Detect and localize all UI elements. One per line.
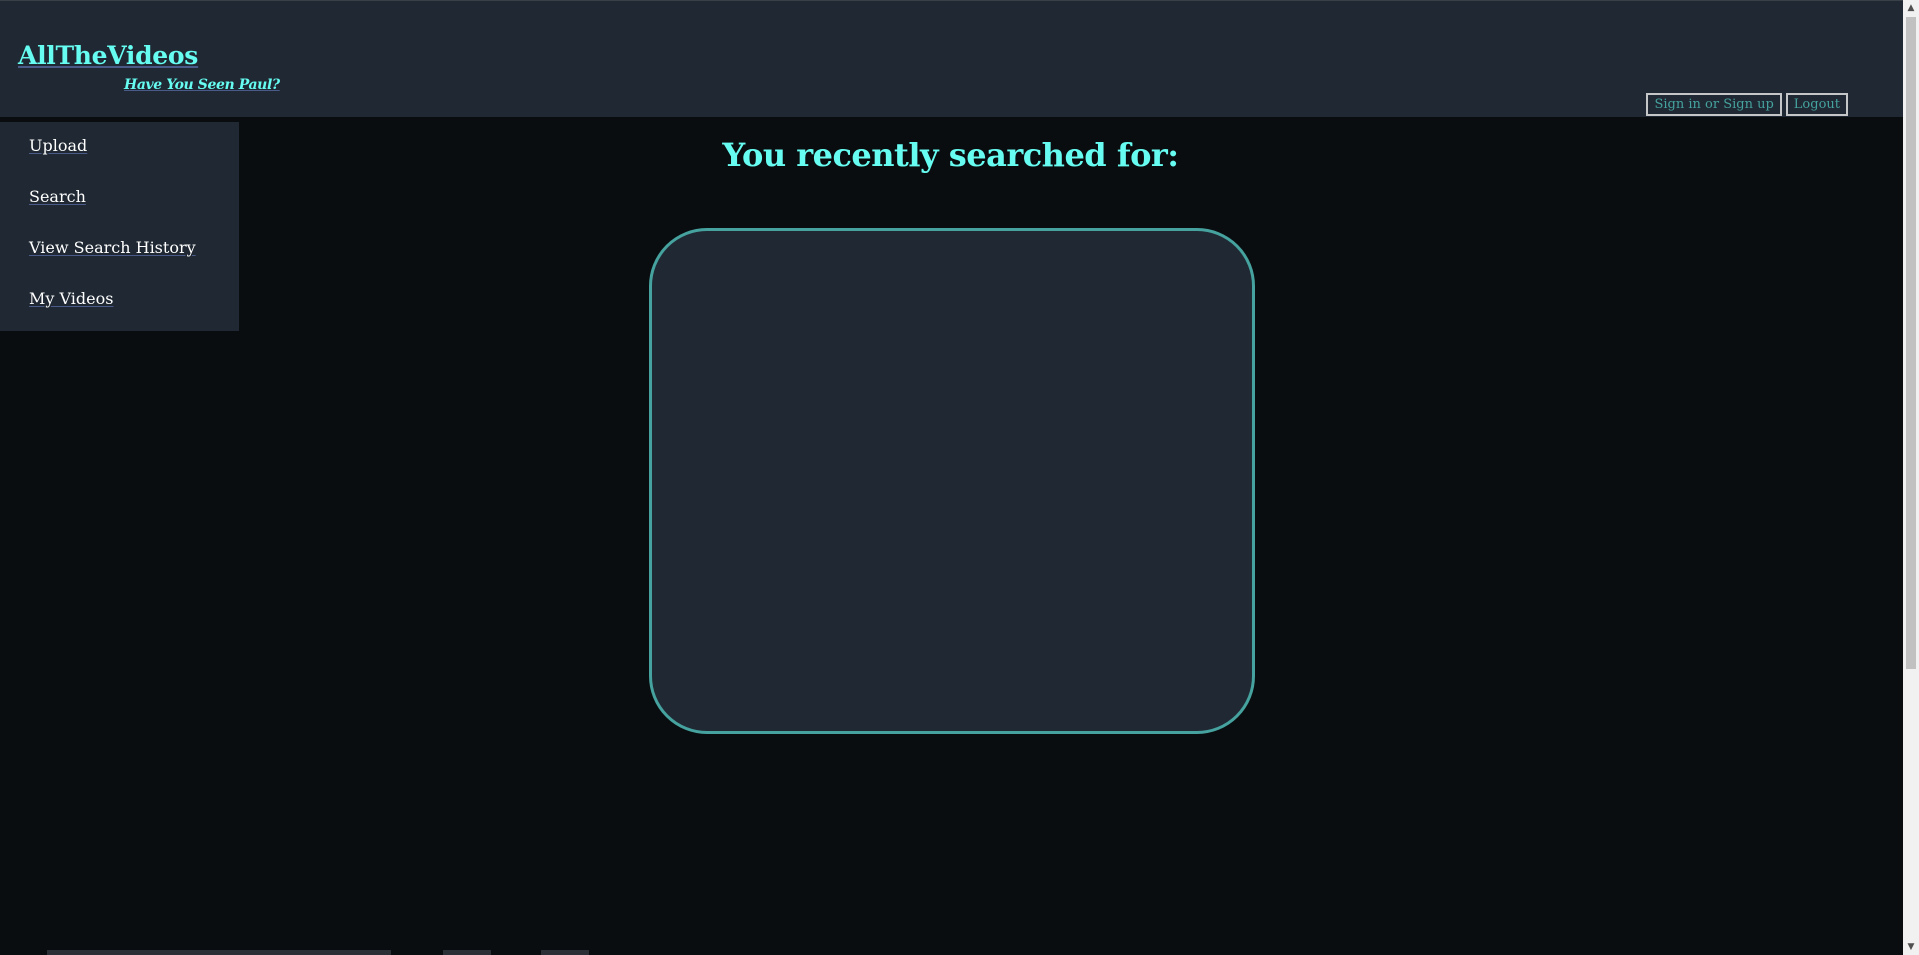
search-history-panel <box>649 228 1255 734</box>
strip-segment <box>541 950 589 955</box>
strip-segment <box>47 950 391 955</box>
page: AllTheVideos Have You Seen Paul? Sign in… <box>0 0 1919 955</box>
scrollbar-thumb[interactable] <box>1906 17 1916 669</box>
horizontal-scroll-strip <box>0 950 1903 955</box>
site-header: AllTheVideos Have You Seen Paul? Sign in… <box>0 0 1903 117</box>
sidebar-item-upload[interactable]: Upload <box>29 136 87 155</box>
strip-segment <box>443 950 491 955</box>
page-title: You recently searched for: <box>722 136 1179 174</box>
triangle-up-icon[interactable]: ▲ <box>1903 0 1919 16</box>
sidebar-nav: Upload Search View Search History My Vid… <box>0 122 239 331</box>
logout-button[interactable]: Logout <box>1785 93 1848 116</box>
vertical-scrollbar[interactable]: ▲ ▼ <box>1903 0 1919 955</box>
auth-buttons: Sign in or Sign up Logout <box>1646 93 1848 116</box>
triangle-down-icon[interactable]: ▼ <box>1903 939 1919 955</box>
sign-in-button[interactable]: Sign in or Sign up <box>1646 93 1782 116</box>
sidebar-item-my-videos[interactable]: My Videos <box>29 289 113 308</box>
sidebar-item-search[interactable]: Search <box>29 187 86 206</box>
site-tagline[interactable]: Have You Seen Paul? <box>124 77 280 93</box>
site-logo-link[interactable]: AllTheVideos <box>18 41 198 70</box>
sidebar-item-search-history[interactable]: View Search History <box>29 238 196 257</box>
